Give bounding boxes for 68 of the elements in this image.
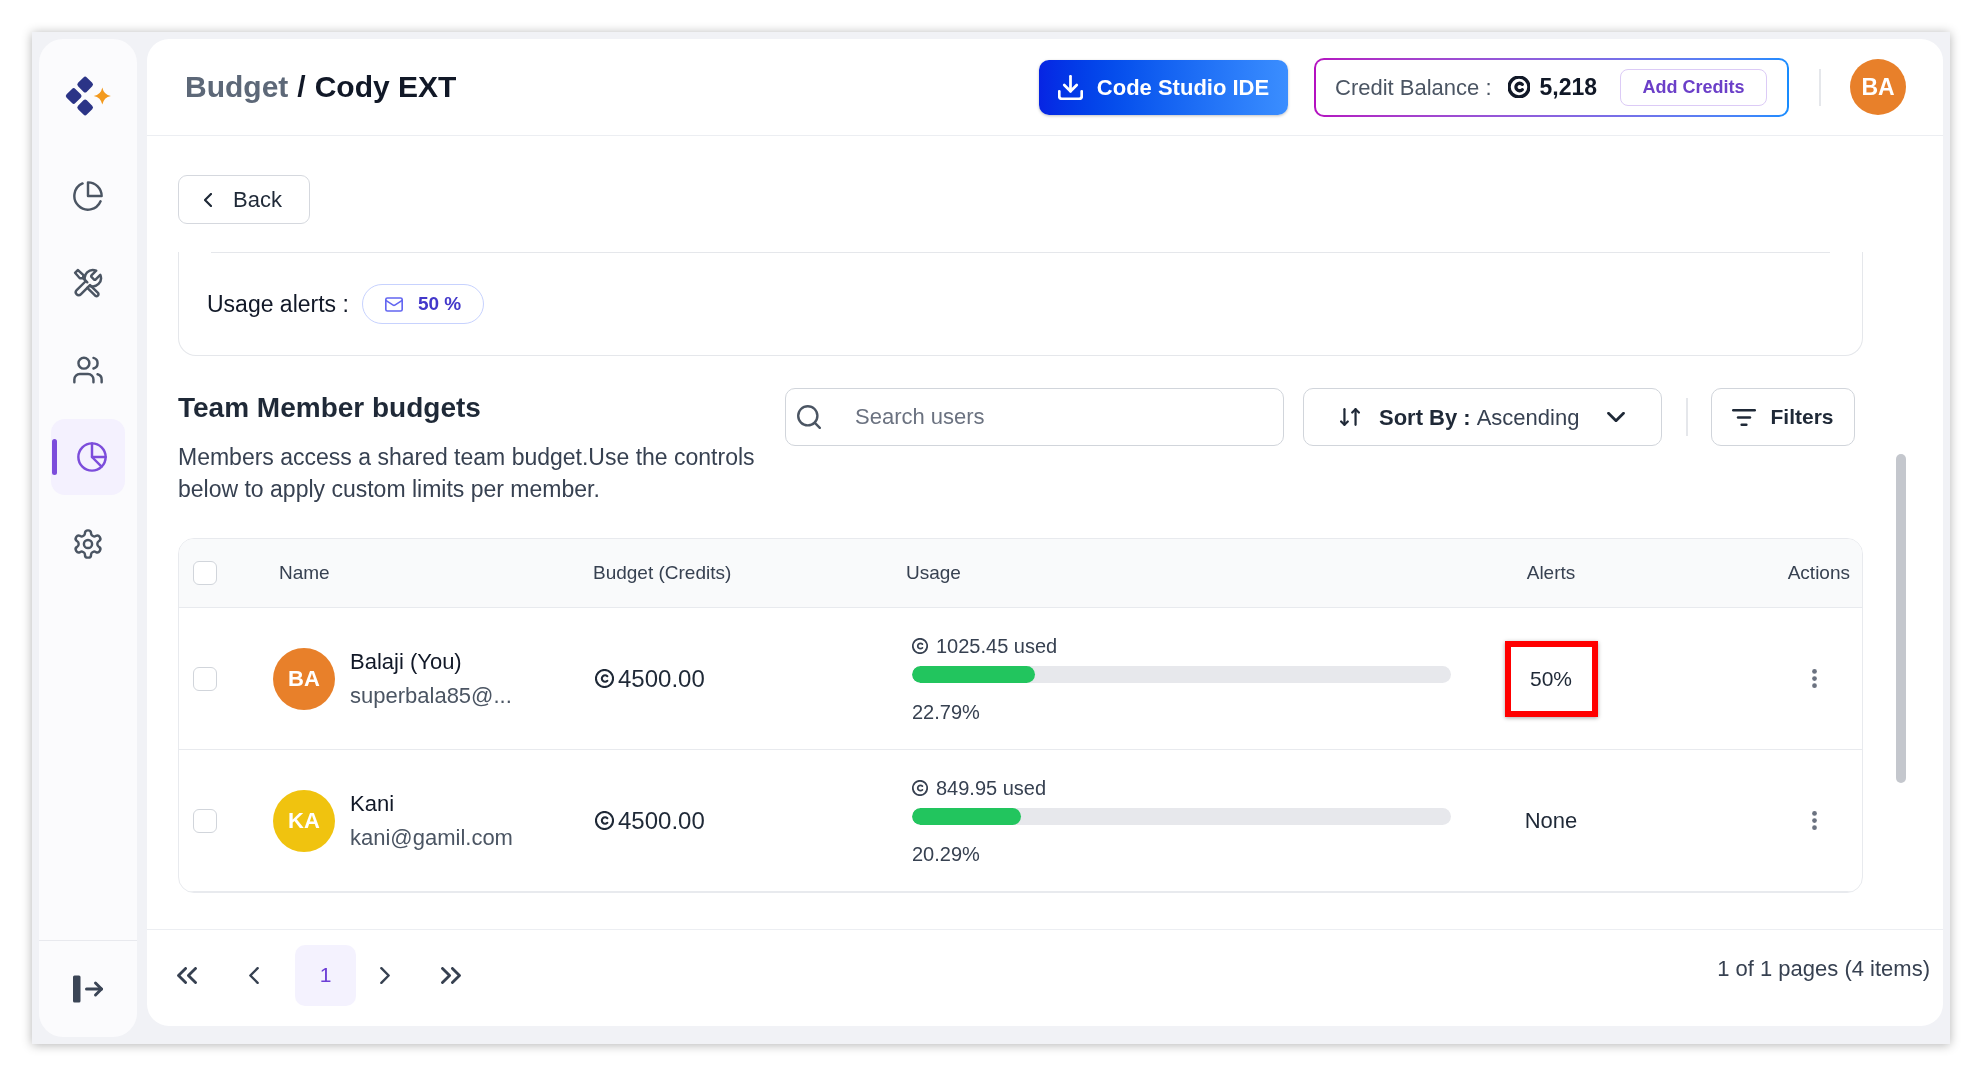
double-chevron-right-icon [441, 966, 461, 984]
column-header: Alerts [1526, 560, 1576, 585]
column-header: Budget (Credits) [593, 561, 732, 583]
add-credits-button[interactable]: Add Credits [1620, 68, 1767, 106]
download-icon [1057, 74, 1083, 100]
usage-alert-value: 50 % [417, 291, 462, 316]
filter-lines-icon [1732, 408, 1757, 426]
usage-alerts-label: Usage alerts : [207, 289, 349, 319]
logo-icon [64, 75, 112, 117]
coin-icon [595, 669, 614, 688]
user-avatar: BA [273, 647, 335, 710]
back-button[interactable]: Back [178, 175, 310, 224]
vertical-dots-icon [1811, 811, 1817, 830]
section-title: Team Member budgets [178, 392, 481, 424]
alert-value: None [1524, 807, 1578, 835]
sort-dropdown[interactable]: Sort By : Ascending [1303, 388, 1662, 446]
pie-chart-icon [73, 181, 103, 211]
page-button[interactable]: 1 [295, 944, 356, 1006]
member-email: kani@gamil.com [350, 823, 513, 852]
checkbox[interactable] [193, 808, 217, 833]
column-header: Usage [906, 561, 961, 583]
checkbox[interactable] [193, 561, 217, 585]
member-name: Balaji (You) [350, 647, 462, 676]
breadcrumb-separator: / [297, 69, 306, 105]
pie-chart-icon [77, 442, 107, 472]
member-name: Kani [350, 789, 395, 818]
sort-arrows-icon [1340, 406, 1360, 428]
column-header: Name [279, 561, 330, 583]
settings-icon [73, 529, 103, 559]
page-title: Cody EXT [314, 69, 457, 105]
scrollbar-thumb[interactable] [1896, 454, 1906, 783]
coin-icon [595, 811, 614, 830]
coin-icon [912, 637, 928, 654]
sidebar-item[interactable] [51, 419, 125, 495]
logout-icon [71, 974, 105, 1004]
usage-percent: 22.79% [912, 700, 980, 723]
code-studio-button[interactable]: Code Studio IDE [1039, 59, 1288, 115]
usage-percent: 20.29% [912, 842, 980, 865]
alert-value: 50% [1530, 665, 1572, 692]
checkbox[interactable] [193, 666, 217, 691]
column-header: Actions [1787, 560, 1850, 585]
usage-amount: 849.95 used [936, 776, 1047, 799]
budget-amount: 4500.00 [618, 805, 705, 836]
filters-button[interactable]: Filters [1711, 388, 1855, 446]
search-icon [797, 405, 821, 429]
breadcrumb-link[interactable]: Budget [185, 67, 289, 107]
budget-amount: 4500.00 [618, 663, 705, 694]
credit-balance-value: 5,218 [1539, 72, 1598, 102]
logout-button[interactable] [71, 974, 105, 1004]
chevron-right-icon [380, 966, 390, 984]
chevron-left-icon [249, 966, 259, 984]
active-indicator [52, 439, 57, 475]
user-avatar: KA [273, 789, 335, 852]
search-field[interactable]: Search users [785, 388, 1284, 446]
credit-balance-label: Credit Balance : [1335, 73, 1492, 102]
double-chevron-left-icon [177, 966, 197, 984]
coin-icon [1507, 76, 1530, 98]
chevron-left-icon [204, 192, 212, 207]
coin-icon [912, 779, 928, 796]
member-email: superbala85@... [350, 681, 512, 710]
vertical-dots-icon [1811, 669, 1817, 688]
users-icon [73, 355, 103, 385]
pagination-summary: 1 of 1 pages (4 items) [1717, 954, 1930, 983]
usage-amount: 1025.45 used [936, 634, 1058, 657]
section-description: Members access a shared team budget.Use the controls below to apply custom limits per member. [178, 443, 756, 504]
mail-icon [384, 296, 403, 312]
chevron-down-icon [1607, 412, 1625, 422]
wrench-screwdriver-icon [73, 268, 103, 298]
